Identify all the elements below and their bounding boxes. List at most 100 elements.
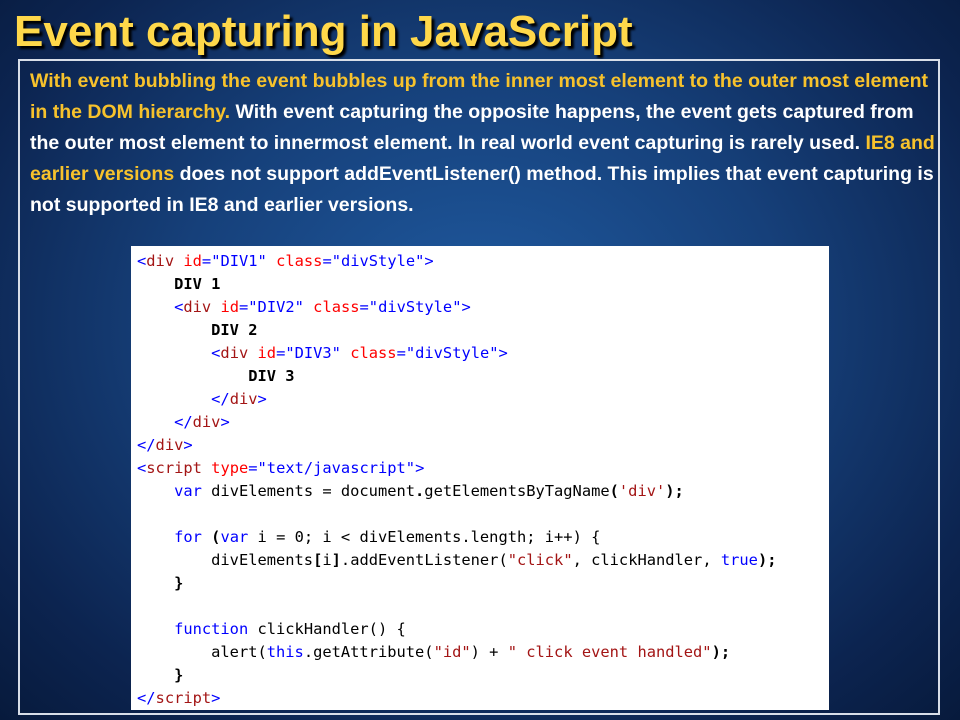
code-token: > [183,436,193,454]
code-token: 'div' [618,482,666,500]
code-token: true [720,551,758,569]
code-line-11: var divElements = document.getElementsBy… [137,480,829,503]
code-token: div [183,298,212,316]
code-token: . [415,482,425,500]
code-token: ) + [470,643,508,661]
code-line-19: } [137,664,829,687]
code-token: clickHandler() { [248,620,406,638]
code-token: ); [665,482,684,500]
code-line-5: <div id="DIV3" class="divStyle"> [137,342,829,365]
code-token: script [146,459,202,477]
code-token: this [266,643,304,661]
code-token: = [359,298,369,316]
code-token: for [174,528,202,546]
code-token: .getAttribute( [303,643,434,661]
code-token: = [201,252,212,270]
code-block: <div id="DIV1" class="divStyle"> DIV 1 <… [131,246,829,710]
code-token: getElementsByTagName [424,482,610,500]
code-token: var [220,528,249,546]
code-line-4: DIV 2 [137,319,829,342]
code-token: , clickHandler, [572,551,721,569]
code-token: divElements [211,551,314,569]
code-line-17: function clickHandler() { [137,618,829,641]
code-token: = [248,459,258,477]
code-token: "text/javascript" [257,459,416,477]
code-token: > [211,689,221,707]
code-token: DIV 2 [211,321,258,339]
code-token: > [220,413,230,431]
code-token: "DIV3" [285,344,341,362]
code-token: class [313,298,360,316]
slide-title: Event capturing in JavaScript [14,7,633,56]
code-line-8: </div> [137,411,829,434]
code-token: div [220,344,249,362]
code-token: </ [137,436,156,454]
code-token: " click event handled" [507,643,712,661]
code-token: < [137,459,147,477]
code-token: div [155,436,184,454]
code-token: class [350,344,397,362]
code-line-20: </script> [137,687,829,710]
description-paragraph: With event bubbling the event bubbles up… [30,66,940,221]
code-token: = [239,298,249,316]
code-token: "divStyle" [368,298,462,316]
code-token: } [174,666,184,684]
code-token: = [396,344,406,362]
code-token: > [415,459,425,477]
code-token: "divStyle" [331,252,425,270]
code-token: div [146,252,175,270]
code-token: ( [609,482,619,500]
code-line-9: </div> [137,434,829,457]
code-token: script [155,689,212,707]
code-token: "DIV1" [211,252,267,270]
code-token: id [257,344,277,362]
code-token: DIV 1 [174,275,221,293]
code-token: alert( [211,643,267,661]
code-token: "click" [507,551,573,569]
code-token: div [229,390,258,408]
code-line-6: DIV 3 [137,365,829,388]
code-token: i [322,551,332,569]
code-token: < [174,298,184,316]
code-token: i = 0; i < divElements.length; i++) { [248,528,601,546]
code-line-1: <div id="DIV1" class="divStyle"> [137,250,829,273]
code-token: } [174,574,184,592]
code-token: > [257,390,267,408]
code-token: = [322,252,332,270]
code-line-18: alert(this.getAttribute("id") + " click … [137,641,829,664]
code-token: ); [757,551,777,569]
code-token: .addEventListener( [340,551,508,569]
code-token: ); [711,643,731,661]
code-token: </ [137,689,156,707]
code-line-13: for (var i = 0; i < divElements.length; … [137,526,829,549]
code-token: DIV 3 [248,367,295,385]
code-line-3: <div id="DIV2" class="divStyle"> [137,296,829,319]
code-token: id [220,298,239,316]
code-token: [ [313,551,323,569]
code-token: "id" [433,643,471,661]
code-token: "DIV2" [248,298,304,316]
code-token: div [192,413,221,431]
code-token: > [461,298,471,316]
code-token: "divStyle" [405,344,499,362]
code-token: type [211,459,249,477]
code-token: < [137,252,147,270]
